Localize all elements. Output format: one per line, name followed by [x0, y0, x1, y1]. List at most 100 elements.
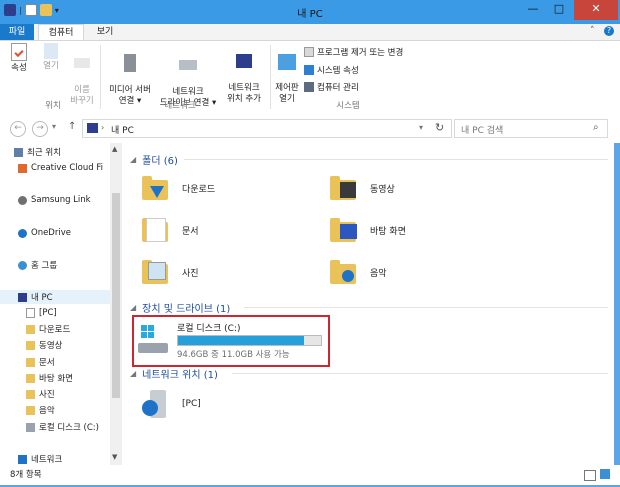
collapse-chevron-icon[interactable]: ◢	[130, 155, 136, 164]
nav-label: 문서	[39, 358, 55, 368]
address-bar[interactable]: › 내 PC ▾ ↻	[82, 119, 452, 138]
open-button[interactable]: 열기	[38, 43, 64, 72]
search-box[interactable]: 내 PC 검색 ⌕	[454, 119, 608, 138]
group-network-label: 네트워크	[164, 101, 196, 111]
ribbon-tabs: 파일 컴퓨터 보기 ˄ ?	[0, 24, 620, 41]
properties-button[interactable]: 속성	[6, 43, 32, 74]
control-panel-button[interactable]: 제어판 열기	[272, 43, 302, 116]
divider	[244, 307, 608, 308]
scroll-up-icon[interactable]: ▲	[112, 145, 117, 153]
folder-downloads[interactable]: 다운로드	[140, 172, 215, 204]
minimize-button[interactable]: —	[520, 0, 546, 20]
details-view-icon[interactable]	[584, 470, 596, 481]
folder-videos[interactable]: 동영상	[328, 172, 395, 204]
open-label: 열기	[43, 61, 59, 71]
rename-icon	[74, 58, 90, 68]
navigation-bar: ← → ▾ ↑ › 내 PC ▾ ↻ 내 PC 검색 ⌕	[0, 113, 620, 143]
nav-label: 다운로드	[39, 325, 71, 335]
nav-label: 음악	[39, 406, 55, 416]
tab-computer[interactable]: 컴퓨터	[38, 24, 84, 41]
search-icon[interactable]: ⌕	[593, 122, 599, 133]
downloads-folder-icon	[26, 324, 35, 334]
nav-item-this-pc[interactable]: 내 PC	[0, 290, 110, 304]
folder-pictures[interactable]: 사진	[140, 256, 199, 288]
section-network[interactable]: ◢ 네트워크 위치 (1)	[130, 366, 218, 381]
system-properties-button[interactable]: 시스템 속성	[304, 64, 359, 76]
item-count: 8개 항목	[10, 470, 42, 480]
network-pc[interactable]: [PC]	[140, 388, 201, 420]
folder-documents[interactable]: 문서	[140, 214, 199, 246]
section-title: 장치 및 드라이브 (1)	[142, 304, 231, 315]
checkmark-doc-icon	[11, 43, 27, 61]
nav-item-local-disk[interactable]: 로컬 디스크 (C:)	[26, 420, 99, 434]
add-network-location-button[interactable]: 네트워크 위치 추가	[222, 43, 266, 116]
drive-space-text: 94.6GB 중 11.0GB 사용 가능	[177, 350, 290, 360]
nav-label: Creative Cloud Fi	[31, 163, 103, 173]
drive-icon	[26, 422, 35, 432]
document-icon	[26, 308, 35, 318]
collapse-chevron-icon[interactable]: ◢	[130, 369, 136, 378]
nav-label: 로컬 디스크 (C:)	[39, 423, 99, 433]
nav-item-homegroup[interactable]: 홈 그룹	[18, 258, 57, 272]
desktop-folder-icon	[26, 373, 35, 383]
group-system-label: 시스템	[336, 101, 360, 111]
group-location-label: 위치	[45, 101, 61, 111]
close-button[interactable]: ✕	[574, 0, 618, 20]
scrollbar-thumb[interactable]	[112, 193, 120, 398]
forward-button[interactable]: →	[32, 121, 48, 137]
network-item-label: [PC]	[182, 399, 201, 409]
uninstall-icon	[304, 47, 314, 57]
recent-locations-icon[interactable]: ▾	[52, 122, 56, 131]
ribbon-collapse-icon[interactable]: ˄	[590, 26, 595, 36]
section-devices[interactable]: ◢ 장치 및 드라이브 (1)	[130, 300, 230, 315]
music-folder-icon	[328, 256, 360, 288]
search-input[interactable]: 내 PC 검색	[461, 123, 503, 136]
back-button[interactable]: ←	[10, 121, 26, 137]
section-folders[interactable]: ◢ 폴더 (6)	[130, 152, 178, 167]
nav-item-recent[interactable]: 최근 위치	[14, 145, 61, 159]
scroll-down-icon[interactable]: ▼	[112, 453, 117, 461]
computer-icon	[87, 123, 98, 133]
nav-item-pictures[interactable]: 사진	[26, 387, 55, 401]
drive-local-disk[interactable]: 로컬 디스크 (C:) 94.6GB 중 11.0GB 사용 가능	[132, 315, 330, 367]
refresh-icon[interactable]: ↻	[435, 121, 444, 134]
nav-item-downloads[interactable]: 다운로드	[26, 322, 70, 336]
collapse-chevron-icon[interactable]: ◢	[130, 303, 136, 312]
drive-usage-bar	[177, 335, 322, 346]
media-server-button[interactable]: 미디어 서버 연결 ▾	[104, 43, 156, 118]
nav-item-music[interactable]: 음악	[26, 403, 55, 417]
computer-management-button[interactable]: 컴퓨터 관리	[304, 81, 359, 93]
nav-item-pc-share[interactable]: [PC]	[26, 306, 57, 320]
nav-item-desktop[interactable]: 바탕 화면	[26, 371, 73, 385]
breadcrumb[interactable]: 내 PC	[111, 123, 134, 136]
folder-desktop[interactable]: 바탕 화면	[328, 214, 406, 246]
folder-label: 음악	[370, 268, 387, 279]
large-icons-view-icon[interactable]	[600, 469, 610, 479]
nav-item-creative-cloud[interactable]: Creative Cloud Fi	[18, 161, 103, 175]
rename-button[interactable]: 이름 바꾸기	[66, 43, 98, 118]
nav-item-samsung-link[interactable]: Samsung Link	[18, 193, 91, 207]
nav-scrollbar[interactable]: ▲ ▼	[110, 143, 122, 465]
samsung-link-icon	[18, 195, 27, 205]
nav-label: 홈 그룹	[31, 261, 58, 271]
up-button[interactable]: ↑	[68, 121, 76, 132]
nav-label: [PC]	[39, 308, 57, 318]
address-dropdown-icon[interactable]: ▾	[419, 123, 423, 132]
uninstall-label: 프로그램 제거 또는 변경	[317, 48, 404, 58]
tab-file[interactable]: 파일	[0, 24, 34, 40]
cloud-icon	[18, 228, 27, 238]
videos-folder-icon	[328, 172, 360, 204]
section-title: 폴더 (6)	[142, 156, 178, 167]
maximize-button[interactable]: □	[546, 0, 572, 20]
nav-item-network[interactable]: 네트워크	[18, 452, 62, 465]
folder-music[interactable]: 음악	[328, 256, 387, 288]
divider	[232, 373, 608, 374]
nav-item-documents[interactable]: 문서	[26, 355, 55, 369]
nav-label: 바탕 화면	[39, 374, 73, 384]
nav-item-videos[interactable]: 동영상	[26, 338, 62, 352]
tab-view[interactable]: 보기	[90, 24, 120, 40]
system-properties-icon	[304, 65, 314, 75]
uninstall-button[interactable]: 프로그램 제거 또는 변경	[304, 46, 403, 58]
help-icon[interactable]: ?	[604, 26, 614, 36]
nav-item-onedrive[interactable]: OneDrive	[18, 226, 71, 240]
